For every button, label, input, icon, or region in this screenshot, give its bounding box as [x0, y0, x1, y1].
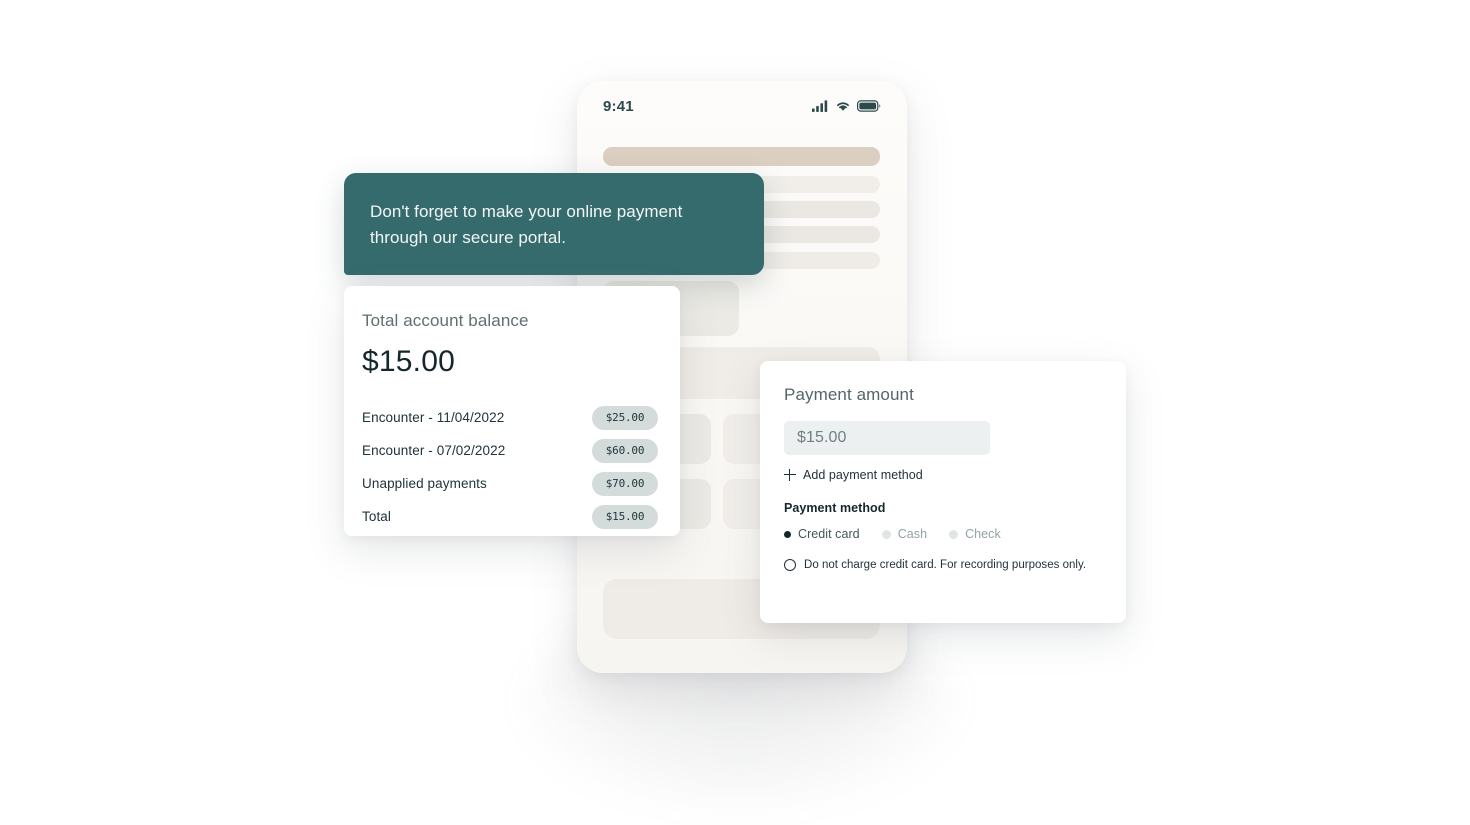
radio-label: Cash — [897, 527, 928, 541]
cellular-signal-icon — [812, 100, 828, 112]
do-not-charge-checkbox-row[interactable]: Do not charge credit card. For recording… — [784, 559, 1102, 571]
balance-row: Encounter - 11/04/2022 $25.00 — [362, 401, 658, 434]
balance-row-amount-pill: $60.00 — [592, 438, 658, 463]
balance-row-label: Total — [362, 509, 392, 524]
radio-option-credit-card[interactable]: Credit card — [784, 527, 860, 541]
radio-option-check[interactable]: Check — [949, 527, 1001, 541]
balance-row-amount-pill: $70.00 — [592, 471, 658, 496]
do-not-charge-label: Do not charge credit card. For recording… — [804, 559, 1087, 571]
balance-row-label: Encounter - 11/04/2022 — [362, 410, 505, 425]
payment-amount-input[interactable]: $15.00 — [784, 421, 990, 455]
radio-unselected-icon — [949, 529, 959, 539]
reminder-tooltip: Don't forget to make your online payment… — [344, 173, 764, 275]
balance-row: Total $15.00 — [362, 500, 658, 533]
balance-row: Encounter - 07/02/2022 $60.00 — [362, 434, 658, 467]
balance-card-title: Total account balance — [362, 311, 529, 330]
total-account-balance-card: Total account balance $15.00 Encounter -… — [344, 286, 680, 536]
payment-card: Payment amount $15.00 Add payment method… — [760, 361, 1126, 623]
balance-row-amount-pill: $25.00 — [592, 405, 658, 430]
reminder-tooltip-text: Don't forget to make your online payment… — [370, 202, 683, 247]
battery-icon — [857, 100, 881, 112]
phone-status-bar: 9:41 — [577, 81, 907, 131]
radio-option-cash[interactable]: Cash — [881, 527, 928, 541]
payment-method-label: Payment method — [784, 501, 886, 515]
radio-label: Credit card — [798, 527, 860, 541]
plus-icon — [784, 469, 796, 481]
balance-row-label: Unapplied payments — [362, 476, 487, 491]
payment-card-title: Payment amount — [784, 385, 914, 404]
add-payment-method-button[interactable]: Add payment method — [784, 468, 1102, 482]
balance-row: Unapplied payments $70.00 — [362, 467, 658, 500]
status-bar-time: 9:41 — [603, 97, 634, 115]
radio-unselected-icon — [881, 529, 891, 539]
skeleton-bar-accent — [603, 147, 880, 166]
illustration-canvas: 9:41 Don't forget to make your online pa… — [0, 0, 1470, 825]
checkbox-unchecked-icon[interactable] — [784, 559, 796, 571]
balance-row-amount-pill: $15.00 — [592, 504, 658, 529]
balance-line-items: Encounter - 11/04/2022 $25.00 Encounter … — [362, 401, 658, 533]
wifi-icon — [837, 102, 849, 111]
radio-label: Check — [965, 527, 1001, 541]
balance-row-label: Encounter - 07/02/2022 — [362, 443, 506, 458]
radio-selected-icon — [784, 530, 791, 538]
payment-method-radio-group: Credit card Cash Check — [784, 527, 1102, 541]
add-payment-method-label: Add payment method — [803, 468, 923, 482]
status-bar-icons — [812, 100, 881, 112]
balance-card-amount: $15.00 — [362, 345, 455, 378]
